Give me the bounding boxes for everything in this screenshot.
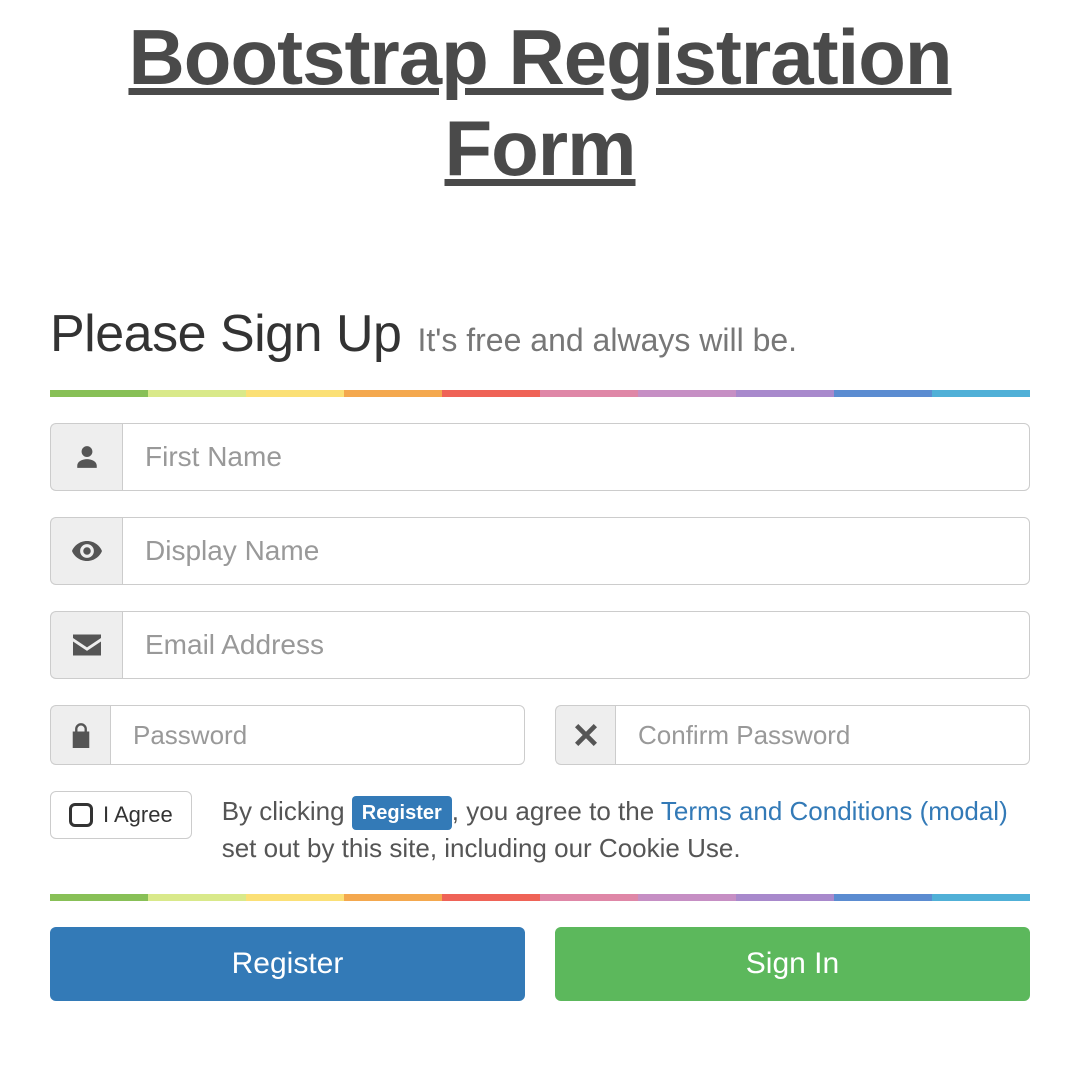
agree-label: I Agree (103, 802, 173, 828)
rainbow-divider-bottom (50, 894, 1030, 901)
agree-button[interactable]: I Agree (50, 791, 192, 839)
form-heading-row: Please Sign Up It's free and always will… (50, 304, 1030, 364)
email-group (50, 611, 1030, 679)
confirm-password-input[interactable] (615, 705, 1030, 765)
terms-link[interactable]: Terms and Conditions (modal) (661, 796, 1008, 826)
password-input[interactable] (110, 705, 525, 765)
legal-t1: By clicking (222, 796, 352, 826)
register-button[interactable]: Register (50, 927, 525, 1001)
form-heading: Please Sign Up (50, 304, 401, 364)
form-subheading: It's free and always will be. (417, 322, 797, 359)
register-badge: Register (352, 796, 452, 830)
display-name-input[interactable] (122, 517, 1030, 585)
email-input[interactable] (122, 611, 1030, 679)
password-group (50, 705, 525, 765)
checkbox-icon (69, 803, 93, 827)
sign-in-button[interactable]: Sign In (555, 927, 1030, 1001)
envelope-icon (50, 611, 122, 679)
legal-text: By clicking Register, you agree to the T… (222, 791, 1030, 866)
user-icon (50, 423, 122, 491)
display-name-group (50, 517, 1030, 585)
eye-icon (50, 517, 122, 585)
page-title: Bootstrap Registration Form (50, 12, 1030, 194)
legal-t2: , you agree to the (452, 796, 661, 826)
first-name-group (50, 423, 1030, 491)
legal-t3: set out by this site, including our Cook… (222, 833, 741, 863)
lock-icon (50, 705, 110, 765)
close-icon (555, 705, 615, 765)
rainbow-divider (50, 390, 1030, 397)
confirm-password-group (555, 705, 1030, 765)
first-name-input[interactable] (122, 423, 1030, 491)
